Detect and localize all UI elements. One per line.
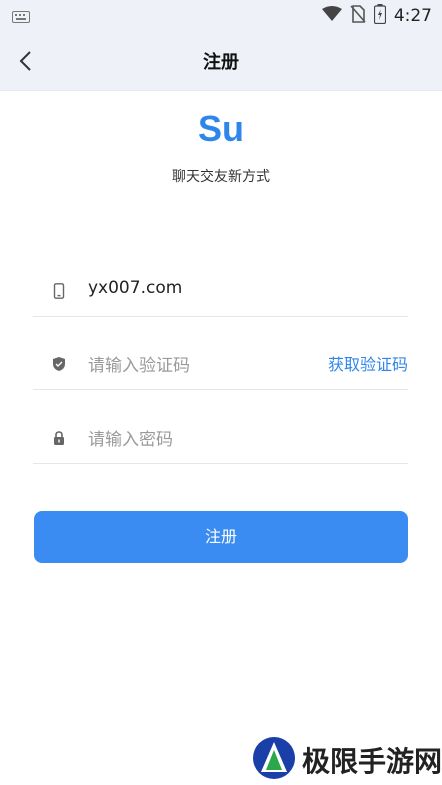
status-bar: 4:27: [0, 0, 442, 30]
status-time: 4:27: [393, 6, 432, 26]
phone-icon: [51, 283, 67, 299]
wifi-icon: [321, 6, 342, 26]
app-header: 注册: [0, 30, 442, 91]
phone-field[interactable]: yx007.com: [33, 266, 408, 317]
watermark: 极限手游网: [252, 736, 442, 784]
lock-icon: [51, 430, 67, 446]
app-logo: Su: [197, 108, 244, 149]
watermark-logo-icon: [252, 736, 296, 784]
get-code-button[interactable]: 获取验证码: [328, 351, 408, 375]
phone-input[interactable]: yx007.com: [88, 278, 182, 298]
code-field[interactable]: 请输入验证码 获取验证码: [33, 339, 408, 390]
code-input[interactable]: 请输入验证码: [88, 351, 190, 376]
register-button[interactable]: 注册: [34, 511, 408, 563]
password-input[interactable]: 请输入密码: [88, 425, 173, 450]
battery-icon: [373, 4, 386, 28]
no-sim-icon: [350, 5, 366, 27]
watermark-text: 极限手游网: [302, 745, 442, 778]
keyboard-icon: [12, 8, 30, 27]
app-tagline: 聊天交友新方式: [172, 169, 270, 185]
password-field[interactable]: 请输入密码: [33, 413, 408, 464]
page-title: 注册: [203, 52, 239, 73]
shield-icon: [51, 356, 67, 372]
